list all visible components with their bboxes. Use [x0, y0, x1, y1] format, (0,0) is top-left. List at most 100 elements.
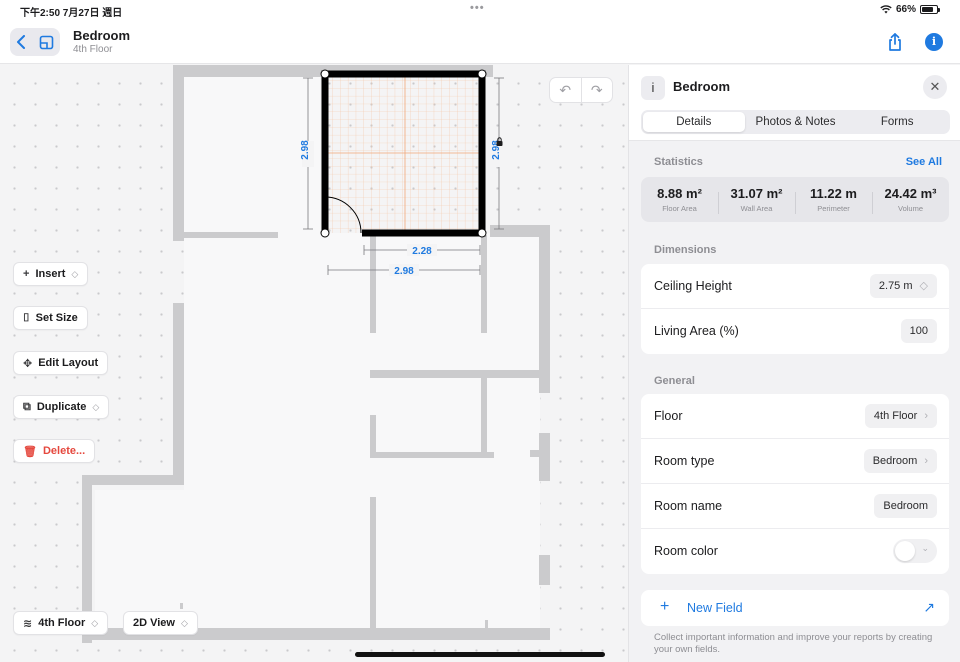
ceiling-height-stepper[interactable]: 2.75 m ◇ [869, 274, 937, 298]
undo-icon[interactable]: ↶ [550, 78, 582, 102]
stat-wall-area: 31.07 m² Wall Area [718, 186, 795, 214]
wall-inner-h1 [370, 370, 540, 378]
room-name-input[interactable]: Bedroom [874, 494, 937, 518]
room-color-row: Room color ⌄ [641, 529, 949, 574]
info-icon[interactable]: i [925, 33, 943, 51]
floor-row: Floor 4th Floor › [641, 394, 949, 439]
details-panel: i Bedroom ✕ Details Photos & Notes Forms… [628, 65, 960, 662]
room-name-value: Bedroom [883, 500, 928, 512]
stat-label: Perimeter [817, 204, 850, 213]
duplicate-button[interactable]: ⧉ Duplicate ◇ [13, 395, 110, 419]
redo-icon[interactable]: ↷ [582, 78, 613, 102]
edit-layout-button[interactable]: ✥ Edit Layout [13, 351, 109, 375]
home-indicator[interactable] [355, 652, 605, 657]
statistics-card: 8.88 m² Floor Area 31.07 m² Wall Area 11… [641, 177, 949, 222]
wall-left-mid [173, 303, 184, 475]
living-area-label: Living Area (%) [654, 324, 739, 338]
new-field-label: New Field [687, 601, 743, 615]
page-subtitle: 4th Floor [73, 44, 113, 55]
chevron-left-icon[interactable] [16, 35, 26, 49]
ceiling-height-row: Ceiling Height 2.75 m ◇ [641, 264, 949, 309]
statistics-heading: Statistics [654, 156, 703, 168]
dimensions-card: Ceiling Height 2.75 m ◇ Living Area (%) … [641, 264, 949, 354]
corner-handle [477, 69, 487, 79]
tab-photos-notes[interactable]: Photos & Notes [745, 112, 847, 132]
insert-button[interactable]: + Insert ◇ [13, 262, 89, 286]
status-bar: 下午2:50 7月27日 週日 ••• 66% [0, 0, 960, 20]
tab-details[interactable]: Details [643, 112, 745, 132]
close-icon[interactable]: ✕ [923, 75, 947, 99]
chevron-down-icon: ⌄ [921, 543, 929, 553]
room-color-picker[interactable]: ⌄ [893, 539, 937, 563]
floor-value: 4th Floor [873, 410, 918, 422]
floor-select[interactable]: 4th Floor › [864, 404, 937, 428]
living-area-row: Living Area (%) 100 [641, 309, 949, 354]
share-icon[interactable] [885, 32, 905, 52]
stat-label: Volume [897, 204, 924, 213]
wall-right-lower [539, 555, 550, 585]
delete-label: Delete... [42, 445, 86, 457]
wall-inner-v2 [481, 235, 487, 333]
dim-bottom-outer: 2.98 [394, 266, 414, 277]
resize-icon: ⌷ [23, 311, 30, 324]
wall-right-ledge [530, 450, 550, 457]
see-all-link[interactable]: See All [906, 156, 942, 168]
wall-inner-v5 [370, 497, 376, 630]
view-mode-button[interactable]: 2D View ◇ [123, 611, 198, 635]
panel-tabs: Details Photos & Notes Forms [641, 110, 950, 134]
wall-right-upper [539, 225, 550, 393]
header-bar: Bedroom 4th Floor i [0, 20, 960, 64]
general-heading: General [654, 375, 695, 387]
wall-partition-upper [184, 232, 278, 238]
wall-mark-2 [485, 620, 488, 628]
chevron-updown-icon: ◇ [181, 617, 188, 628]
undo-redo-group: ↶ ↷ [549, 77, 613, 103]
dim-bottom-inner: 2.28 [412, 246, 432, 257]
wall-inner-v4 [370, 415, 376, 457]
wall-inner-h2 [370, 452, 494, 458]
floorplan-canvas[interactable]: 2.98 2.98 2.28 2.98 ↶ ↷ + Insert ◇ ⌷ Set… [0, 65, 628, 662]
delete-button[interactable]: 🗑 Delete... [13, 439, 96, 463]
chevron-right-icon: › [924, 410, 928, 422]
set-size-button[interactable]: ⌷ Set Size [13, 306, 88, 330]
floor-selector-button[interactable]: ≋ 4th Floor ◇ [13, 611, 109, 635]
duplicate-icon: ⧉ [23, 400, 31, 413]
insert-label: Insert [35, 268, 66, 280]
room-type-select[interactable]: Bedroom › [863, 449, 937, 473]
living-area-input[interactable]: 100 [900, 319, 937, 343]
lock-icon[interactable] [496, 137, 503, 146]
plus-icon: + [23, 268, 30, 280]
room-grid [325, 74, 482, 233]
layers-icon: ≋ [23, 617, 33, 630]
corner-handle [320, 228, 330, 238]
back-button-group[interactable] [10, 28, 60, 56]
room-name-label: Room name [654, 499, 723, 513]
room-info-icon: i [641, 76, 665, 100]
room-color-label: Room color [654, 544, 718, 558]
stat-label: Floor Area [662, 204, 697, 213]
arrow-up-right-icon: ↗ [923, 599, 935, 615]
wifi-icon [880, 5, 892, 14]
multitask-dots[interactable]: ••• [470, 2, 485, 14]
floorplan-icon[interactable] [39, 35, 54, 50]
corner-handle [320, 69, 330, 79]
battery-icon [920, 5, 940, 14]
duplicate-label: Duplicate [36, 401, 87, 413]
wall-step-horizontal [82, 475, 184, 485]
stat-value: 11.22 m [810, 186, 857, 201]
ceiling-height-value: 2.75 m [878, 280, 913, 292]
chevron-right-icon: › [924, 455, 928, 467]
room-name-row: Room name Bedroom [641, 484, 949, 529]
floor-label: Floor [654, 409, 683, 423]
selected-room[interactable] [320, 69, 487, 238]
set-size-label: Set Size [35, 312, 78, 324]
new-field-button[interactable]: + New Field ↗ [641, 590, 949, 626]
edit-layout-label: Edit Layout [38, 357, 99, 369]
wall-mark-1 [180, 603, 183, 609]
floor-selector-label: 4th Floor [38, 617, 86, 629]
stat-value: 8.88 m² [657, 186, 702, 201]
stat-perimeter: 11.22 m Perimeter [795, 186, 872, 214]
chevron-updown-icon: ◇ [91, 617, 99, 628]
tab-forms[interactable]: Forms [846, 112, 948, 132]
page-title: Bedroom [73, 28, 131, 43]
